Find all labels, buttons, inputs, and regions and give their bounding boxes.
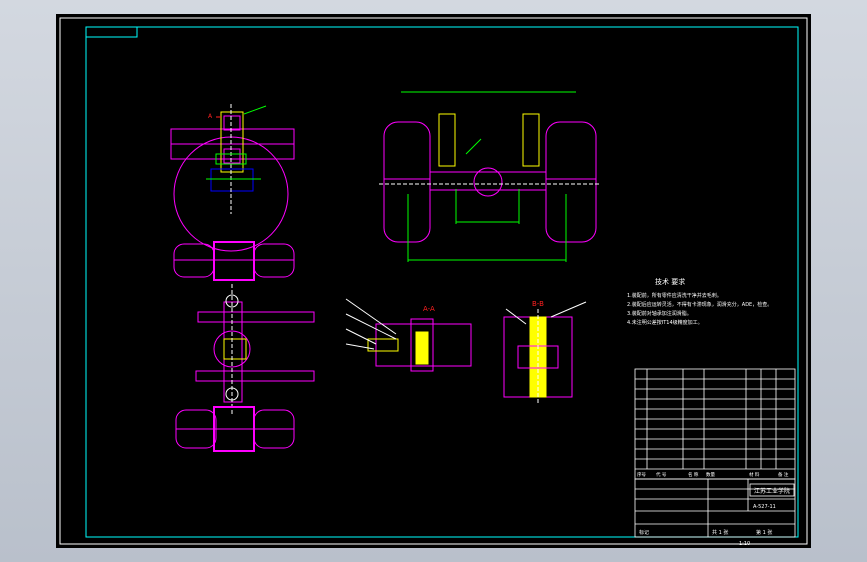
parts-header-cell: 序号 (637, 471, 646, 478)
front-axle (429, 171, 547, 191)
front-bracket-right (522, 113, 540, 167)
section-b-label: B-B (532, 300, 544, 308)
sheet-frame (59, 17, 808, 545)
center-column (223, 301, 243, 403)
scale-label: 1:10 (739, 541, 750, 547)
note-line-2: 2.装配后应运转灵活，不得有卡滞现象，润滑充分，ADE，检查。 (627, 301, 772, 308)
parts-header-cell: 代 号 (656, 471, 667, 478)
section-b-view: B-B (503, 300, 587, 404)
section-marker-a: A (208, 113, 213, 120)
section-a-label: A-A (423, 305, 435, 313)
cad-viewer: A A-A B-B 技术 要求 1.装配前，所有零件应清洗干净并去毛刺。 2.装… (0, 0, 867, 562)
footer-mid: 共 1 张 (712, 529, 728, 536)
note-line-3: 3.装配前对轴承加注润滑脂。 (627, 310, 692, 317)
title-block: 江苏工业学院 A-527-11 标记 共 1 张 第 1 张 (634, 478, 796, 538)
technical-notes: 技术 要求 1.装配前，所有零件应清洗干净并去毛刺。 2.装配后应运转灵活，不得… (627, 277, 772, 326)
front-bracket-left (438, 113, 456, 167)
drawing-canvas[interactable]: A A-A B-B 技术 要求 1.装配前，所有零件应清洗干净并去毛刺。 2.装… (56, 14, 811, 548)
notes-title: 技术 要求 (655, 277, 685, 286)
axle-beam-bottom (195, 370, 315, 382)
note-line-1: 1.装配前，所有零件应清洗干净并去毛刺。 (627, 292, 722, 299)
section-a-view: A-A (345, 298, 472, 372)
school-name: 江苏工业学院 (754, 487, 790, 495)
sheet-border (85, 26, 799, 538)
footer-left: 标记 (639, 529, 649, 536)
drawing-number-box (85, 26, 138, 38)
parts-list: 序号 代 号 名 称数量 材 料 备 注 (634, 368, 796, 480)
parts-header-cell: 备 注 (778, 471, 789, 478)
parts-header-cell: 材 料 (749, 471, 760, 478)
left-plan-view (173, 241, 315, 452)
parts-header-cell: 数量 (706, 471, 715, 478)
left-top-view: A (170, 104, 295, 252)
footer-right: 第 1 张 (756, 529, 772, 536)
front-view (379, 91, 601, 262)
drawing-code: A-527-11 (753, 504, 776, 510)
center-hub (213, 330, 251, 368)
wheel-upper-center (213, 241, 255, 281)
front-wheel-left (383, 121, 431, 243)
front-wheel-right (545, 121, 597, 243)
axle-beam-top (197, 311, 315, 323)
note-line-4: 4.未注明公差按IT14级精度加工。 (627, 319, 703, 326)
cad-drawing: A A-A B-B 技术 要求 1.装配前，所有零件应清洗干净并去毛刺。 2.装… (59, 17, 808, 547)
parts-header-cell: 名 称 (688, 471, 699, 478)
